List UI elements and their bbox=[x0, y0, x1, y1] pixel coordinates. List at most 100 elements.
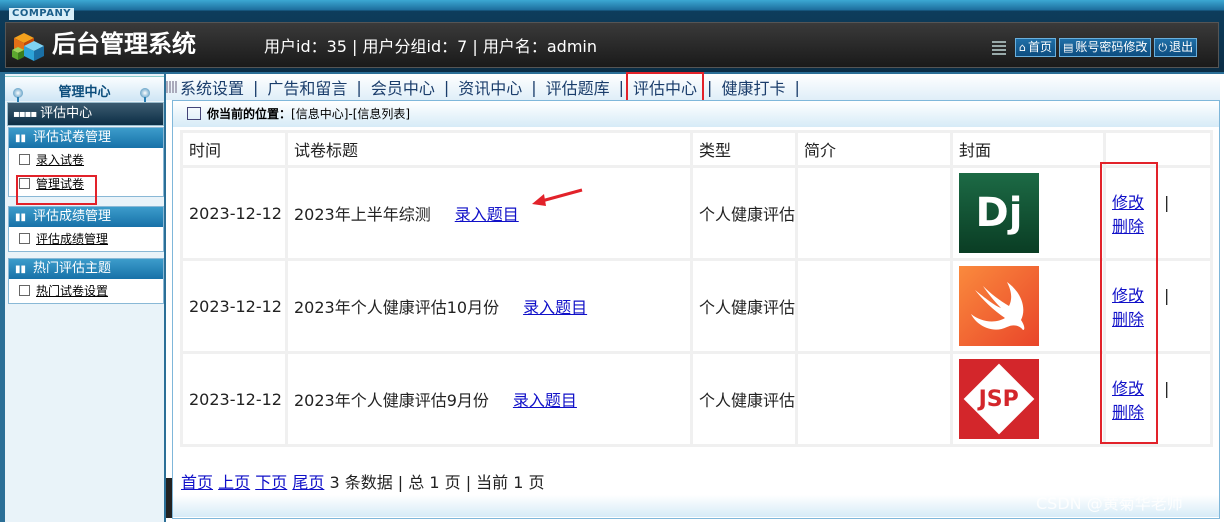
sidebar: 管理中心 ▪▪▪▪ 评估中心 ▮▮ 评估试卷管理 录入试卷 管理试卷 ▮▮ 评估成绩管… bbox=[5, 74, 164, 522]
next-page-link[interactable]: 下页 bbox=[255, 473, 287, 492]
enter-questions-link[interactable]: 录入题目 bbox=[455, 205, 519, 224]
sidebar-item-label[interactable]: 录入试卷 bbox=[36, 153, 84, 167]
row-cover-cell bbox=[953, 261, 1103, 351]
last-page-link[interactable]: 尾页 bbox=[292, 473, 324, 492]
row-date: 2023-12-12 bbox=[183, 261, 285, 351]
sidebar-group-score: ▮▮ 评估成绩管理 评估成绩管理 bbox=[8, 206, 164, 252]
col-actions bbox=[1106, 133, 1210, 165]
pagination-summary: 3 条数据 | 总 1 页 | 当前 1 页 bbox=[329, 473, 545, 492]
action-separator: | bbox=[1164, 379, 1170, 398]
row-title: 2023年个人健康评估10月份 bbox=[294, 298, 500, 317]
row-cover-cell: JSP bbox=[953, 354, 1103, 444]
highlight-box bbox=[1100, 162, 1158, 444]
doc-icon bbox=[19, 285, 30, 296]
list-icon: ▤ bbox=[1063, 41, 1074, 54]
table-row: 2023-12-12 2023年个人健康评估9月份 录入题目 个人健康评估 JSP… bbox=[183, 354, 1210, 444]
doc-icon bbox=[19, 233, 30, 244]
tab-health-checkin[interactable]: 健康打卡 bbox=[712, 75, 794, 99]
row-title: 2023年个人健康评估9月份 bbox=[294, 391, 489, 410]
prev-page-link[interactable]: 上页 bbox=[218, 473, 250, 492]
sidebar-selected-section[interactable]: ▪▪▪▪ 评估中心 bbox=[7, 102, 164, 126]
row-title: 2023年上半年综测 bbox=[294, 205, 431, 224]
splitter-handle[interactable] bbox=[166, 478, 172, 518]
window-icon bbox=[187, 107, 201, 120]
sidebar-group-title: 评估试卷管理 bbox=[33, 130, 112, 145]
nav-separator: | bbox=[618, 77, 625, 97]
sidebar-heading-label: 管理中心 bbox=[58, 85, 111, 100]
sidebar-item-add-paper[interactable]: 录入试卷 bbox=[9, 148, 163, 172]
breadcrumb-label: 你当前的位置： bbox=[207, 107, 292, 121]
tab-system[interactable]: 系统设置 bbox=[180, 75, 253, 99]
table-row: 2023-12-12 2023年上半年综测 录入题目 个人健康评估 Dj 修改 | 删… bbox=[183, 168, 1210, 258]
row-title-cell: 2023年个人健康评估9月份 录入题目 bbox=[288, 354, 690, 444]
sidebar-heading: 管理中心 bbox=[5, 76, 164, 111]
sidebar-group-header[interactable]: ▮▮ 评估成绩管理 bbox=[9, 207, 163, 227]
tab-assessment[interactable]: 评估中心 bbox=[626, 72, 705, 102]
sidebar-item-hot-paper[interactable]: 热门试卷设置 bbox=[9, 279, 163, 303]
sidebar-item-label[interactable]: 评估成绩管理 bbox=[36, 232, 108, 246]
user-info: 用户id：35 | 用户分组id：7 | 用户名：admin bbox=[264, 37, 598, 56]
cover-image: JSP bbox=[959, 359, 1039, 439]
watermark: CSDN @黄菊华老师 bbox=[1036, 494, 1183, 513]
jsp-diamond: JSP bbox=[963, 363, 1035, 435]
company-label: COMPANY bbox=[9, 8, 75, 20]
row-intro bbox=[798, 354, 950, 444]
row-date: 2023-12-12 bbox=[183, 354, 285, 444]
row-intro bbox=[798, 168, 950, 258]
row-title-cell: 2023年个人健康评估10月份 录入题目 bbox=[288, 261, 690, 351]
col-date: 时间 bbox=[183, 133, 285, 165]
logout-button[interactable]: ⏻ 退出 bbox=[1154, 38, 1198, 57]
doc-icon bbox=[19, 154, 30, 165]
row-cover-cell: Dj bbox=[953, 168, 1103, 258]
home-icon: ⌂ bbox=[1019, 41, 1026, 54]
col-type: 类型 bbox=[693, 133, 795, 165]
power-icon: ⏻ bbox=[1158, 41, 1168, 54]
menu-icon[interactable] bbox=[992, 40, 1006, 55]
sidebar-item-score-manage[interactable]: 评估成绩管理 bbox=[9, 227, 163, 251]
nav-icon bbox=[166, 81, 178, 93]
enter-questions-link[interactable]: 录入题目 bbox=[523, 298, 587, 317]
swift-bird-icon bbox=[971, 282, 1025, 330]
top-nav: ⌂ 首页 ▤ 账号密码修改 ⏻ 退出 bbox=[992, 38, 1198, 57]
cover-image: Dj bbox=[959, 173, 1039, 253]
cover-text: Dj bbox=[975, 190, 1023, 236]
table-row: 2023-12-12 2023年个人健康评估10月份 录入题目 个人健康评估 修改… bbox=[183, 261, 1210, 351]
annotation-arrow-icon bbox=[532, 188, 583, 206]
breadcrumb-path: [信息中心]-[信息列表] bbox=[291, 107, 411, 121]
row-title-cell: 2023年上半年综测 录入题目 bbox=[288, 168, 690, 258]
row-type: 个人健康评估 bbox=[693, 261, 795, 351]
home-button-label: 首页 bbox=[1027, 40, 1052, 54]
col-cover: 封面 bbox=[953, 133, 1103, 165]
sidebar-group-header[interactable]: ▮▮ 评估试卷管理 bbox=[9, 128, 163, 148]
cover-text: JSP bbox=[978, 386, 1020, 412]
home-button[interactable]: ⌂ 首页 bbox=[1015, 38, 1056, 57]
tab-members[interactable]: 会员中心 bbox=[362, 75, 444, 99]
pagination: 首页 上页 下页 尾页 3 条数据 | 总 1 页 | 当前 1 页 bbox=[181, 469, 545, 493]
tab-ads[interactable]: 广告和留言 bbox=[258, 75, 356, 99]
sidebar-item-label[interactable]: 热门试卷设置 bbox=[36, 284, 108, 298]
logout-label: 退出 bbox=[1169, 40, 1194, 54]
enter-questions-link[interactable]: 录入题目 bbox=[513, 391, 577, 410]
breadcrumb: 你当前的位置：[信息中心]-[信息列表] bbox=[173, 101, 1219, 127]
tab-news[interactable]: 资讯中心 bbox=[449, 75, 531, 99]
action-separator: | bbox=[1164, 286, 1170, 305]
change-password-button[interactable]: ▤ 账号密码修改 bbox=[1059, 38, 1152, 57]
row-date: 2023-12-12 bbox=[183, 168, 285, 258]
row-type: 个人健康评估 bbox=[693, 354, 795, 444]
sidebar-group-hot: ▮▮ 热门评估主题 热门试卷设置 bbox=[8, 258, 164, 304]
tab-question-bank[interactable]: 评估题库 bbox=[537, 75, 619, 99]
header-bar: COMPANY 后台管理系统 用户id：35 | 用户分组id：7 | 用户名：… bbox=[0, 0, 1224, 72]
swift-logo-icon bbox=[959, 266, 1039, 346]
sidebar-group-header[interactable]: ▮▮ 热门评估主题 bbox=[9, 259, 163, 279]
row-intro bbox=[798, 261, 950, 351]
folder-icon: ▮▮ bbox=[15, 133, 27, 144]
paper-table: 时间 试卷标题 类型 简介 封面 2023-12-12 2023年上半年综测录入… bbox=[180, 130, 1213, 447]
highlight-box bbox=[16, 175, 97, 205]
table-header-row: 时间 试卷标题 类型 简介 封面 bbox=[183, 133, 1210, 165]
change-password-label: 账号密码修改 bbox=[1075, 40, 1148, 54]
site-title: 后台管理系统 bbox=[52, 30, 196, 58]
first-page-link[interactable]: 首页 bbox=[181, 473, 213, 492]
main-nav: 系统设置 | 广告和留言 | 会员中心 | 资讯中心 | 评估题库 | 评估中心 | 健康打… bbox=[166, 72, 1220, 102]
row-type: 个人健康评估 bbox=[693, 168, 795, 258]
action-separator: | bbox=[1164, 193, 1170, 212]
